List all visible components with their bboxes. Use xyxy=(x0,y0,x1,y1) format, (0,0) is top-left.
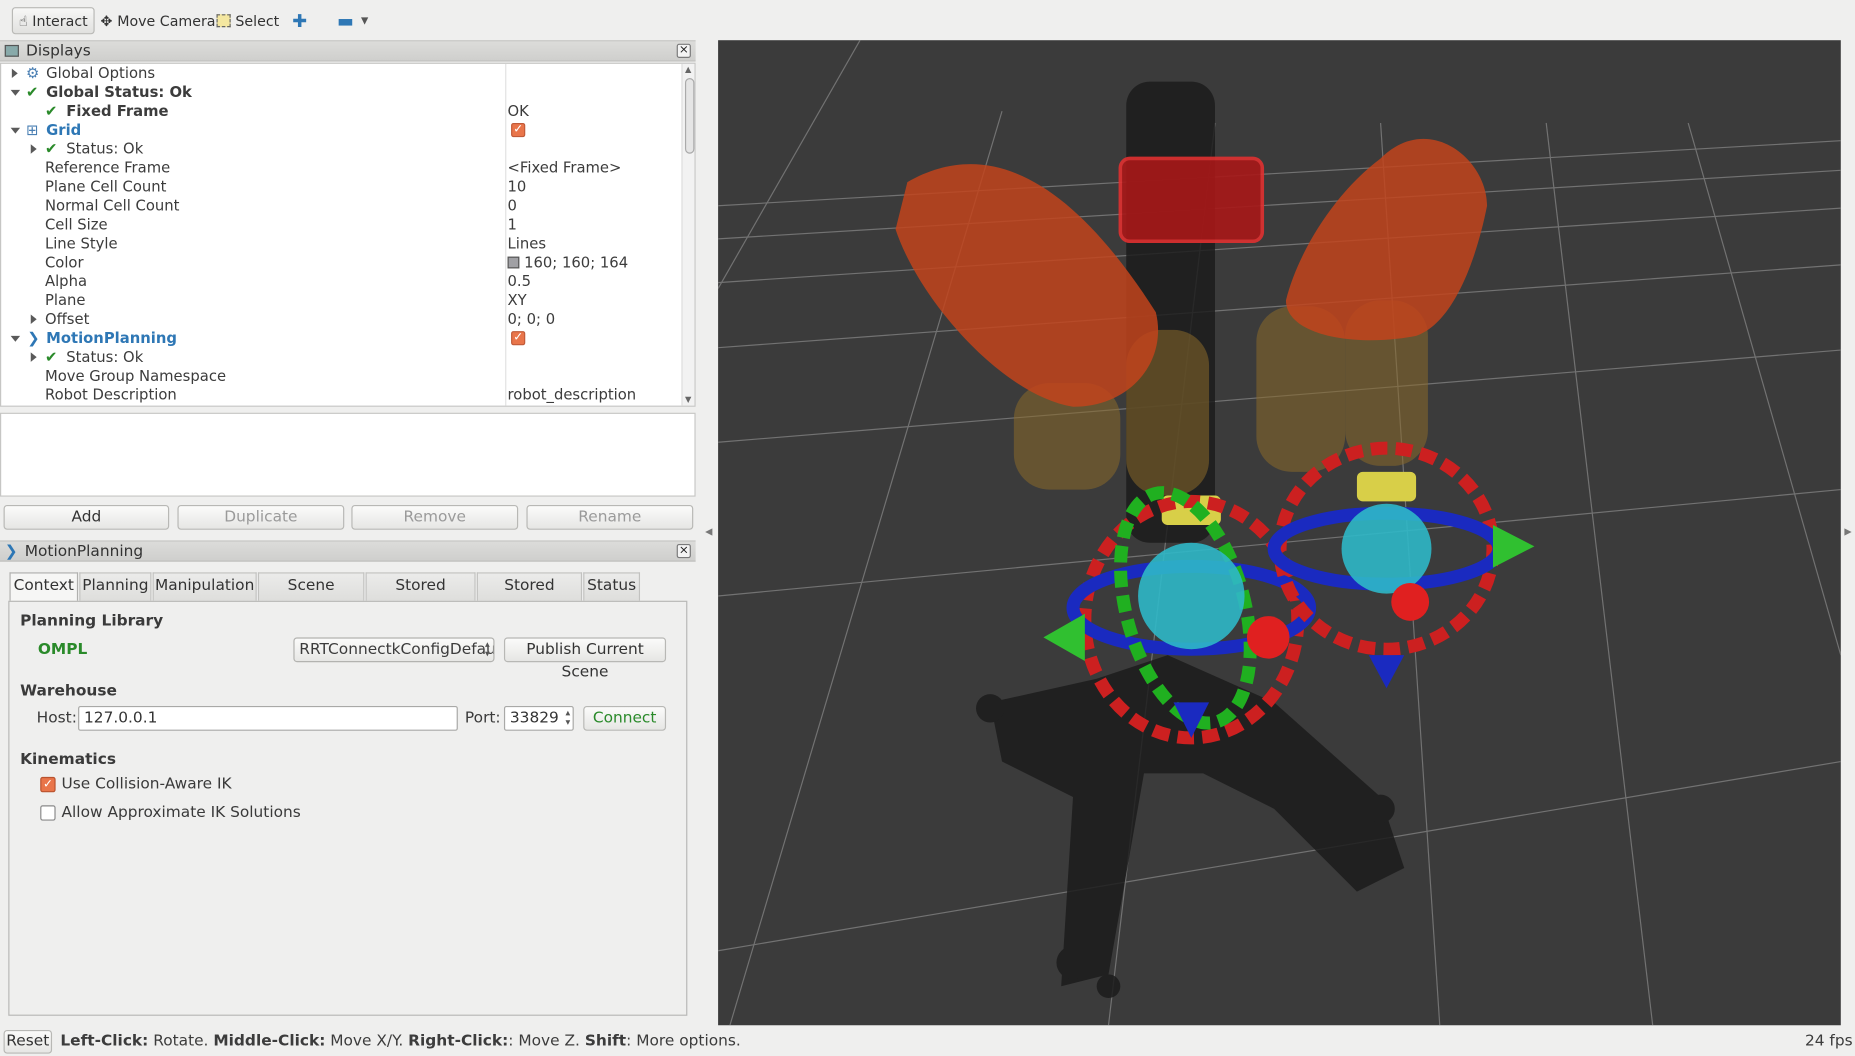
tree-row-cell-size[interactable]: Cell Size 1 xyxy=(1,215,681,234)
duplicate-button[interactable]: Duplicate xyxy=(177,504,345,530)
hand-icon: ☝ xyxy=(18,12,28,29)
motion-planning-icon: ❯ xyxy=(4,542,18,560)
reset-button[interactable]: Reset xyxy=(3,1029,53,1054)
tree-row-grid[interactable]: ⊞ Grid ✓ xyxy=(1,121,681,140)
tree-row-offset[interactable]: Offset 0; 0; 0 xyxy=(1,310,681,329)
collision-aware-label: Use Collision-Aware IK xyxy=(61,775,232,794)
displays-title: Displays xyxy=(26,41,91,60)
tree-row-global-options[interactable]: ⚙ Global Options xyxy=(1,64,681,83)
color-value[interactable]: 160; 160; 164 xyxy=(507,253,628,272)
tree-row-plane[interactable]: Plane XY xyxy=(1,291,681,310)
rename-button[interactable]: Rename xyxy=(526,504,694,530)
planning-library-heading: Planning Library xyxy=(20,612,164,631)
collapse-icon[interactable] xyxy=(10,127,21,134)
planner-select[interactable]: RRTConnectkConfigDefaul ▴ ▾ xyxy=(293,637,495,663)
move-camera-button[interactable]: ✥ Move Camera xyxy=(95,7,222,34)
checkmark-icon: ✔ xyxy=(26,82,39,101)
scrollbar-thumb[interactable] xyxy=(684,78,695,154)
tree-row-color[interactable]: Color 160; 160; 164 xyxy=(1,253,681,272)
port-label: Port: xyxy=(464,709,501,728)
select-button[interactable]: Select xyxy=(211,7,286,34)
spinner-icon: ▴ ▾ xyxy=(485,638,490,659)
approximate-ik-checkbox[interactable] xyxy=(40,805,56,821)
3d-viewport[interactable] xyxy=(718,40,1841,1026)
status-bar: Reset Left-Click: Rotate. Middle-Click: … xyxy=(0,1029,1855,1056)
add-button[interactable]: Add xyxy=(3,504,170,530)
interact-button[interactable]: ☝ Interact xyxy=(11,7,95,35)
motion-planning-title: MotionPlanning xyxy=(24,542,144,560)
grid-enabled-checkbox[interactable]: ✓ xyxy=(511,122,526,138)
tab-stored-states[interactable]: Stored States xyxy=(476,572,583,621)
tab-context[interactable]: Context xyxy=(9,572,79,602)
motion-planning-enabled-checkbox[interactable]: ✓ xyxy=(511,331,526,346)
grid-icon: ⊞ xyxy=(26,120,39,139)
tree-scrollbar[interactable]: ▲ ▼ xyxy=(681,63,695,406)
scene-render xyxy=(718,40,1841,1026)
tree-row-plane-cell-count[interactable]: Plane Cell Count 10 xyxy=(1,177,681,196)
context-tab-pane: Planning Library OMPL RRTConnectkConfigD… xyxy=(8,600,688,1016)
host-label: Host: xyxy=(36,709,77,728)
tree-row-alpha[interactable]: Alpha 0.5 xyxy=(1,272,681,291)
tab-manipulation[interactable]: Manipulation xyxy=(152,572,257,601)
expand-icon[interactable] xyxy=(30,352,37,362)
collision-aware-checkbox[interactable]: ✓ xyxy=(40,776,56,793)
checkmark-icon: ✔ xyxy=(44,347,58,366)
tab-planning[interactable]: Planning xyxy=(79,572,152,601)
displays-tree: ⚙ Global Options ✔ Global Status: Ok ✔ F… xyxy=(0,62,696,407)
collapse-left-icon[interactable]: ◀ xyxy=(705,526,712,537)
chevron-down-icon: ▼ xyxy=(361,15,369,27)
publish-current-scene-button[interactable]: Publish Current Scene xyxy=(503,637,667,681)
color-swatch xyxy=(507,256,520,269)
tree-row-fixed-frame[interactable]: ✔ Fixed Frame OK xyxy=(1,102,681,121)
collapse-icon[interactable] xyxy=(10,89,21,96)
tree-row-motion-planning[interactable]: ❯ MotionPlanning ✓ xyxy=(1,329,681,348)
status-help-text: Left-Click: Rotate. Middle-Click: Move X… xyxy=(60,1032,741,1051)
column-divider xyxy=(505,63,507,406)
tab-scene-objects[interactable]: Scene Objects xyxy=(257,572,365,621)
host-input[interactable]: 127.0.0.1 xyxy=(78,705,458,731)
select-icon xyxy=(216,14,231,28)
fps-readout: 24 fps xyxy=(1804,1032,1853,1051)
planning-library-name: OMPL xyxy=(37,640,88,659)
add-tool-icon[interactable]: ✚ xyxy=(286,7,313,34)
remove-tool-icon[interactable]: ▬ ▼ xyxy=(331,7,374,34)
expand-icon[interactable] xyxy=(30,144,37,154)
tree-row-robot-description[interactable]: Robot Description robot_description xyxy=(1,386,681,405)
collapse-icon[interactable] xyxy=(10,335,21,342)
connect-button[interactable]: Connect xyxy=(583,705,667,731)
motion-planning-icon: ❯ xyxy=(27,328,40,347)
motion-planning-panel-header: ❯ MotionPlanning × xyxy=(0,540,696,562)
approximate-ik-label: Allow Approximate IK Solutions xyxy=(61,804,301,822)
tree-row-line-style[interactable]: Line Style Lines xyxy=(1,234,681,253)
expand-icon[interactable] xyxy=(30,314,37,325)
gear-icon: ⚙ xyxy=(26,63,40,82)
checkmark-icon: ✔ xyxy=(44,101,58,120)
tab-stored-scenes[interactable]: Stored Scenes xyxy=(365,572,476,621)
tree-row-move-group-namespace[interactable]: Move Group Namespace xyxy=(1,367,681,386)
scroll-up-icon[interactable]: ▲ xyxy=(685,65,691,74)
checkmark-icon: ✔ xyxy=(44,139,58,158)
tree-row-reference-frame[interactable]: Reference Frame <Fixed Frame> xyxy=(1,158,681,177)
port-input[interactable]: 33829 ▴ ▾ xyxy=(503,705,574,731)
tab-status[interactable]: Status xyxy=(583,572,641,601)
tree-row-normal-cell-count[interactable]: Normal Cell Count 0 xyxy=(1,196,681,215)
close-icon[interactable]: × xyxy=(676,43,691,58)
tree-row-global-status[interactable]: ✔ Global Status: Ok xyxy=(1,83,681,102)
description-box xyxy=(0,412,696,497)
move-camera-icon: ✥ xyxy=(100,12,113,29)
kinematics-heading: Kinematics xyxy=(20,750,116,769)
monitor-icon xyxy=(4,44,19,57)
close-icon[interactable]: × xyxy=(676,543,691,559)
spinner-icon[interactable]: ▴ ▾ xyxy=(565,708,570,727)
collapse-right-icon[interactable]: ▶ xyxy=(1844,526,1851,537)
warehouse-heading: Warehouse xyxy=(20,682,117,701)
tree-row-mp-status[interactable]: ✔ Status: Ok xyxy=(1,348,681,367)
remove-button[interactable]: Remove xyxy=(351,504,519,530)
scroll-down-icon[interactable]: ▼ xyxy=(685,395,691,404)
expand-icon[interactable] xyxy=(11,68,18,79)
tree-row-grid-status[interactable]: ✔ Status: Ok xyxy=(1,140,681,159)
displays-panel-header: Displays × xyxy=(0,40,696,62)
